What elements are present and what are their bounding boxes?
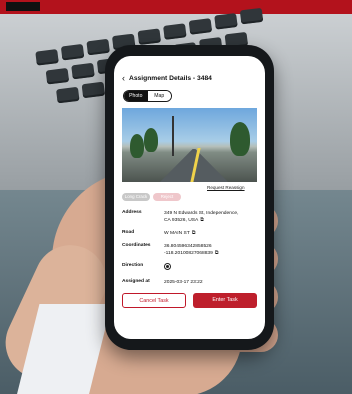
road-label: Road	[122, 230, 135, 235]
phone-screen: ‹ Assignment Details - 3484 Photo Map Re…	[114, 56, 265, 339]
direction-value	[164, 263, 257, 273]
coordinates-value: 36.804596342858526 -118.20100827068839 ⧉	[164, 243, 257, 257]
assigned-label: Assigned at	[122, 279, 150, 284]
coordinates-lat: 36.804596342858526	[164, 244, 212, 249]
assigned-value: 2025-03-17 23:22	[164, 280, 203, 285]
road-line: W MAIN ST ⧉	[164, 230, 257, 237]
back-arrow-icon[interactable]: ‹	[122, 73, 125, 83]
direction-icon	[164, 263, 171, 270]
tab-photo[interactable]: Photo	[124, 91, 148, 101]
key	[56, 86, 80, 104]
key	[163, 23, 187, 40]
status-chip-crack: Long Crack	[122, 193, 150, 201]
key	[60, 43, 85, 61]
key	[86, 38, 110, 56]
phone: ‹ Assignment Details - 3484 Photo Map Re…	[105, 45, 274, 350]
tree	[130, 134, 144, 158]
street-photo	[122, 108, 257, 182]
cancel-task-button[interactable]: Cancel Task	[122, 293, 186, 308]
tab-map[interactable]: Map	[147, 91, 171, 101]
details-section: Address 349 N Edwards St, Independence, …	[122, 210, 259, 292]
tree	[230, 122, 250, 156]
page-title: Assignment Details - 3484	[129, 74, 212, 82]
road-row: Road W MAIN ST ⧉	[122, 230, 259, 237]
key	[214, 12, 238, 30]
copy-icon[interactable]: ⧉	[215, 250, 219, 257]
address-text-2: CA 93526, USA	[164, 218, 199, 223]
pole	[172, 116, 174, 156]
road-text: W MAIN ST	[164, 231, 190, 236]
direction-label: Direction	[122, 263, 144, 268]
photo-background: ‹ Assignment Details - 3484 Photo Map Re…	[0, 0, 352, 394]
key	[45, 67, 70, 85]
coordinates-lon-line: -118.20100827068839 ⧉	[164, 250, 257, 257]
assigned-row: Assigned at 2025-03-17 23:22	[122, 279, 259, 286]
road-value: W MAIN ST ⧉	[164, 230, 257, 237]
address-value: 349 N Edwards St, Independence, CA 93526…	[164, 210, 257, 224]
request-reassign-link[interactable]: Request Reassign	[207, 185, 245, 190]
coordinates-row: Coordinates 36.804596342858526 -118.2010…	[122, 243, 259, 257]
header: ‹ Assignment Details - 3484	[122, 72, 257, 84]
address-text-1: 349 N Edwards St, Independence,	[164, 211, 239, 216]
copy-icon[interactable]: ⧉	[200, 217, 204, 224]
address-line-1: 349 N Edwards St, Independence,	[164, 210, 257, 217]
address-row: Address 349 N Edwards St, Independence, …	[122, 210, 259, 224]
coordinates-lat-line: 36.804596342858526	[164, 243, 257, 250]
coordinates-lon: -118.20100827068839	[164, 251, 213, 256]
address-label: Address	[122, 210, 142, 215]
coordinates-label: Coordinates	[122, 243, 151, 248]
key	[71, 62, 95, 80]
direction-row: Direction	[122, 263, 259, 273]
status-chip-reject: Reject	[153, 193, 181, 201]
key	[137, 28, 162, 46]
key	[81, 81, 106, 99]
copy-icon[interactable]: ⧉	[192, 230, 196, 237]
brand-logo	[6, 2, 40, 11]
action-buttons: Cancel Task Enter Task	[122, 293, 257, 308]
photo-map-toggle[interactable]: Photo Map	[123, 90, 172, 102]
enter-task-button[interactable]: Enter Task	[193, 293, 257, 308]
address-line-2: CA 93526, USA ⧉	[164, 217, 257, 224]
tree	[144, 128, 158, 152]
key	[239, 7, 264, 25]
key	[188, 18, 213, 35]
status-chips: Long Crack Reject	[122, 193, 181, 201]
key	[35, 49, 59, 66]
